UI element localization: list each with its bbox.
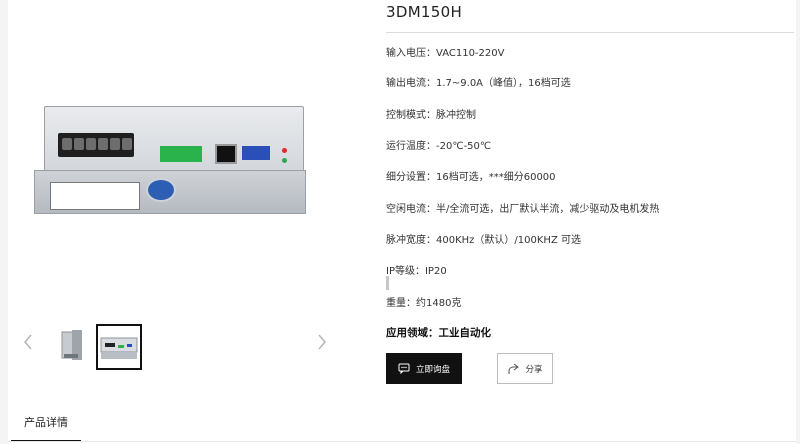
scroll-indicator: [386, 276, 389, 290]
spec-input-voltage: 输入电压：VAC110-220V: [386, 48, 505, 59]
spec-microstep-setting: 细分设置：16档可选，***细分60000: [386, 172, 556, 183]
dip-switch: [242, 146, 270, 160]
title-divider: [386, 32, 794, 33]
share-button[interactable]: 分享: [497, 353, 553, 384]
tab-divider: [8, 441, 796, 442]
share-label: 分享: [525, 364, 543, 375]
inquire-now-label: 立即询盘: [415, 364, 450, 375]
spec-control-mode: 控制模式：脉冲控制: [386, 110, 476, 121]
rj45-port: [215, 144, 237, 164]
gallery-prev-arrow-icon[interactable]: [20, 332, 36, 352]
spec-weight: 重量：约1480克: [386, 298, 462, 309]
gallery-thumbnail-2[interactable]: [96, 324, 142, 370]
power-led: [282, 158, 287, 163]
spec-ip-rating: IP等级：IP20: [386, 266, 447, 277]
chat-icon: [398, 363, 410, 374]
alarm-led: [282, 148, 287, 153]
product-panel: 产品详情 3DM150H 输入电压：VAC110-220V 输出电流：1.7~9…: [8, 0, 796, 444]
application-field: 应用领域：工业自动化: [386, 327, 491, 339]
tab-product-details[interactable]: 产品详情: [11, 412, 81, 442]
product-main-image: [30, 88, 322, 228]
gallery-thumbnail-1[interactable]: [50, 324, 94, 368]
spec-operating-temperature: 运行温度：-20℃-50℃: [386, 141, 492, 152]
brand-oval-logo: [146, 178, 176, 202]
spec-pulse-width: 脉冲宽度：400KHz（默认）/100KHZ 可选: [386, 235, 581, 246]
spec-output-current: 输出电流：1.7~9.0A（峰值），16档可选: [386, 78, 571, 89]
product-title: 3DM150H: [386, 3, 463, 21]
share-icon: [508, 363, 520, 374]
power-terminal-block: [58, 133, 134, 157]
spec-idle-current: 空闲电流：半/全流可选，出厂默认半流，减少驱动及电机发热: [386, 204, 660, 215]
signal-terminal-block: [160, 146, 202, 162]
inquire-now-button[interactable]: 立即询盘: [386, 353, 462, 384]
model-label-sticker: [50, 182, 140, 210]
gallery-next-arrow-icon[interactable]: [314, 332, 330, 352]
